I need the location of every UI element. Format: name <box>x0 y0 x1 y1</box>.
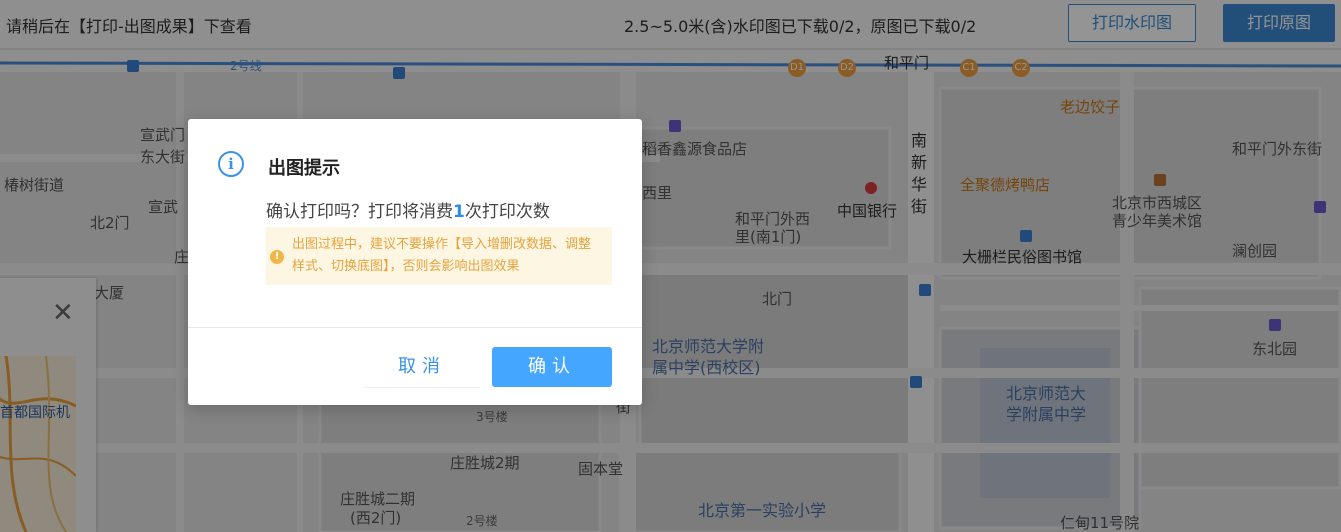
warning-icon: ! <box>270 250 284 264</box>
cancel-button[interactable]: 取消 <box>364 347 480 388</box>
warning-box: ! 出图过程中，建议不要操作【导入增删改数据、调整样式、切换底图】，否则会影响出… <box>266 227 612 285</box>
message-prefix: 确认打印吗？打印将消费 <box>266 202 453 222</box>
print-count: 1 <box>453 202 465 222</box>
print-confirm-dialog: i 出图提示 确认打印吗？打印将消费1次打印次数 ! 出图过程中，建议不要操作【… <box>188 119 642 405</box>
warning-text: 出图过程中，建议不要操作【导入增删改数据、调整样式、切换底图】，否则会影响出图效… <box>292 237 592 274</box>
dialog-divider <box>188 327 642 328</box>
dialog-title: 出图提示 <box>268 158 340 179</box>
info-icon: i <box>218 151 244 177</box>
message-suffix: 次打印次数 <box>464 202 550 222</box>
dialog-message: 确认打印吗？打印将消费1次打印次数 <box>266 197 550 222</box>
confirm-button[interactable]: 确认 <box>492 347 612 387</box>
